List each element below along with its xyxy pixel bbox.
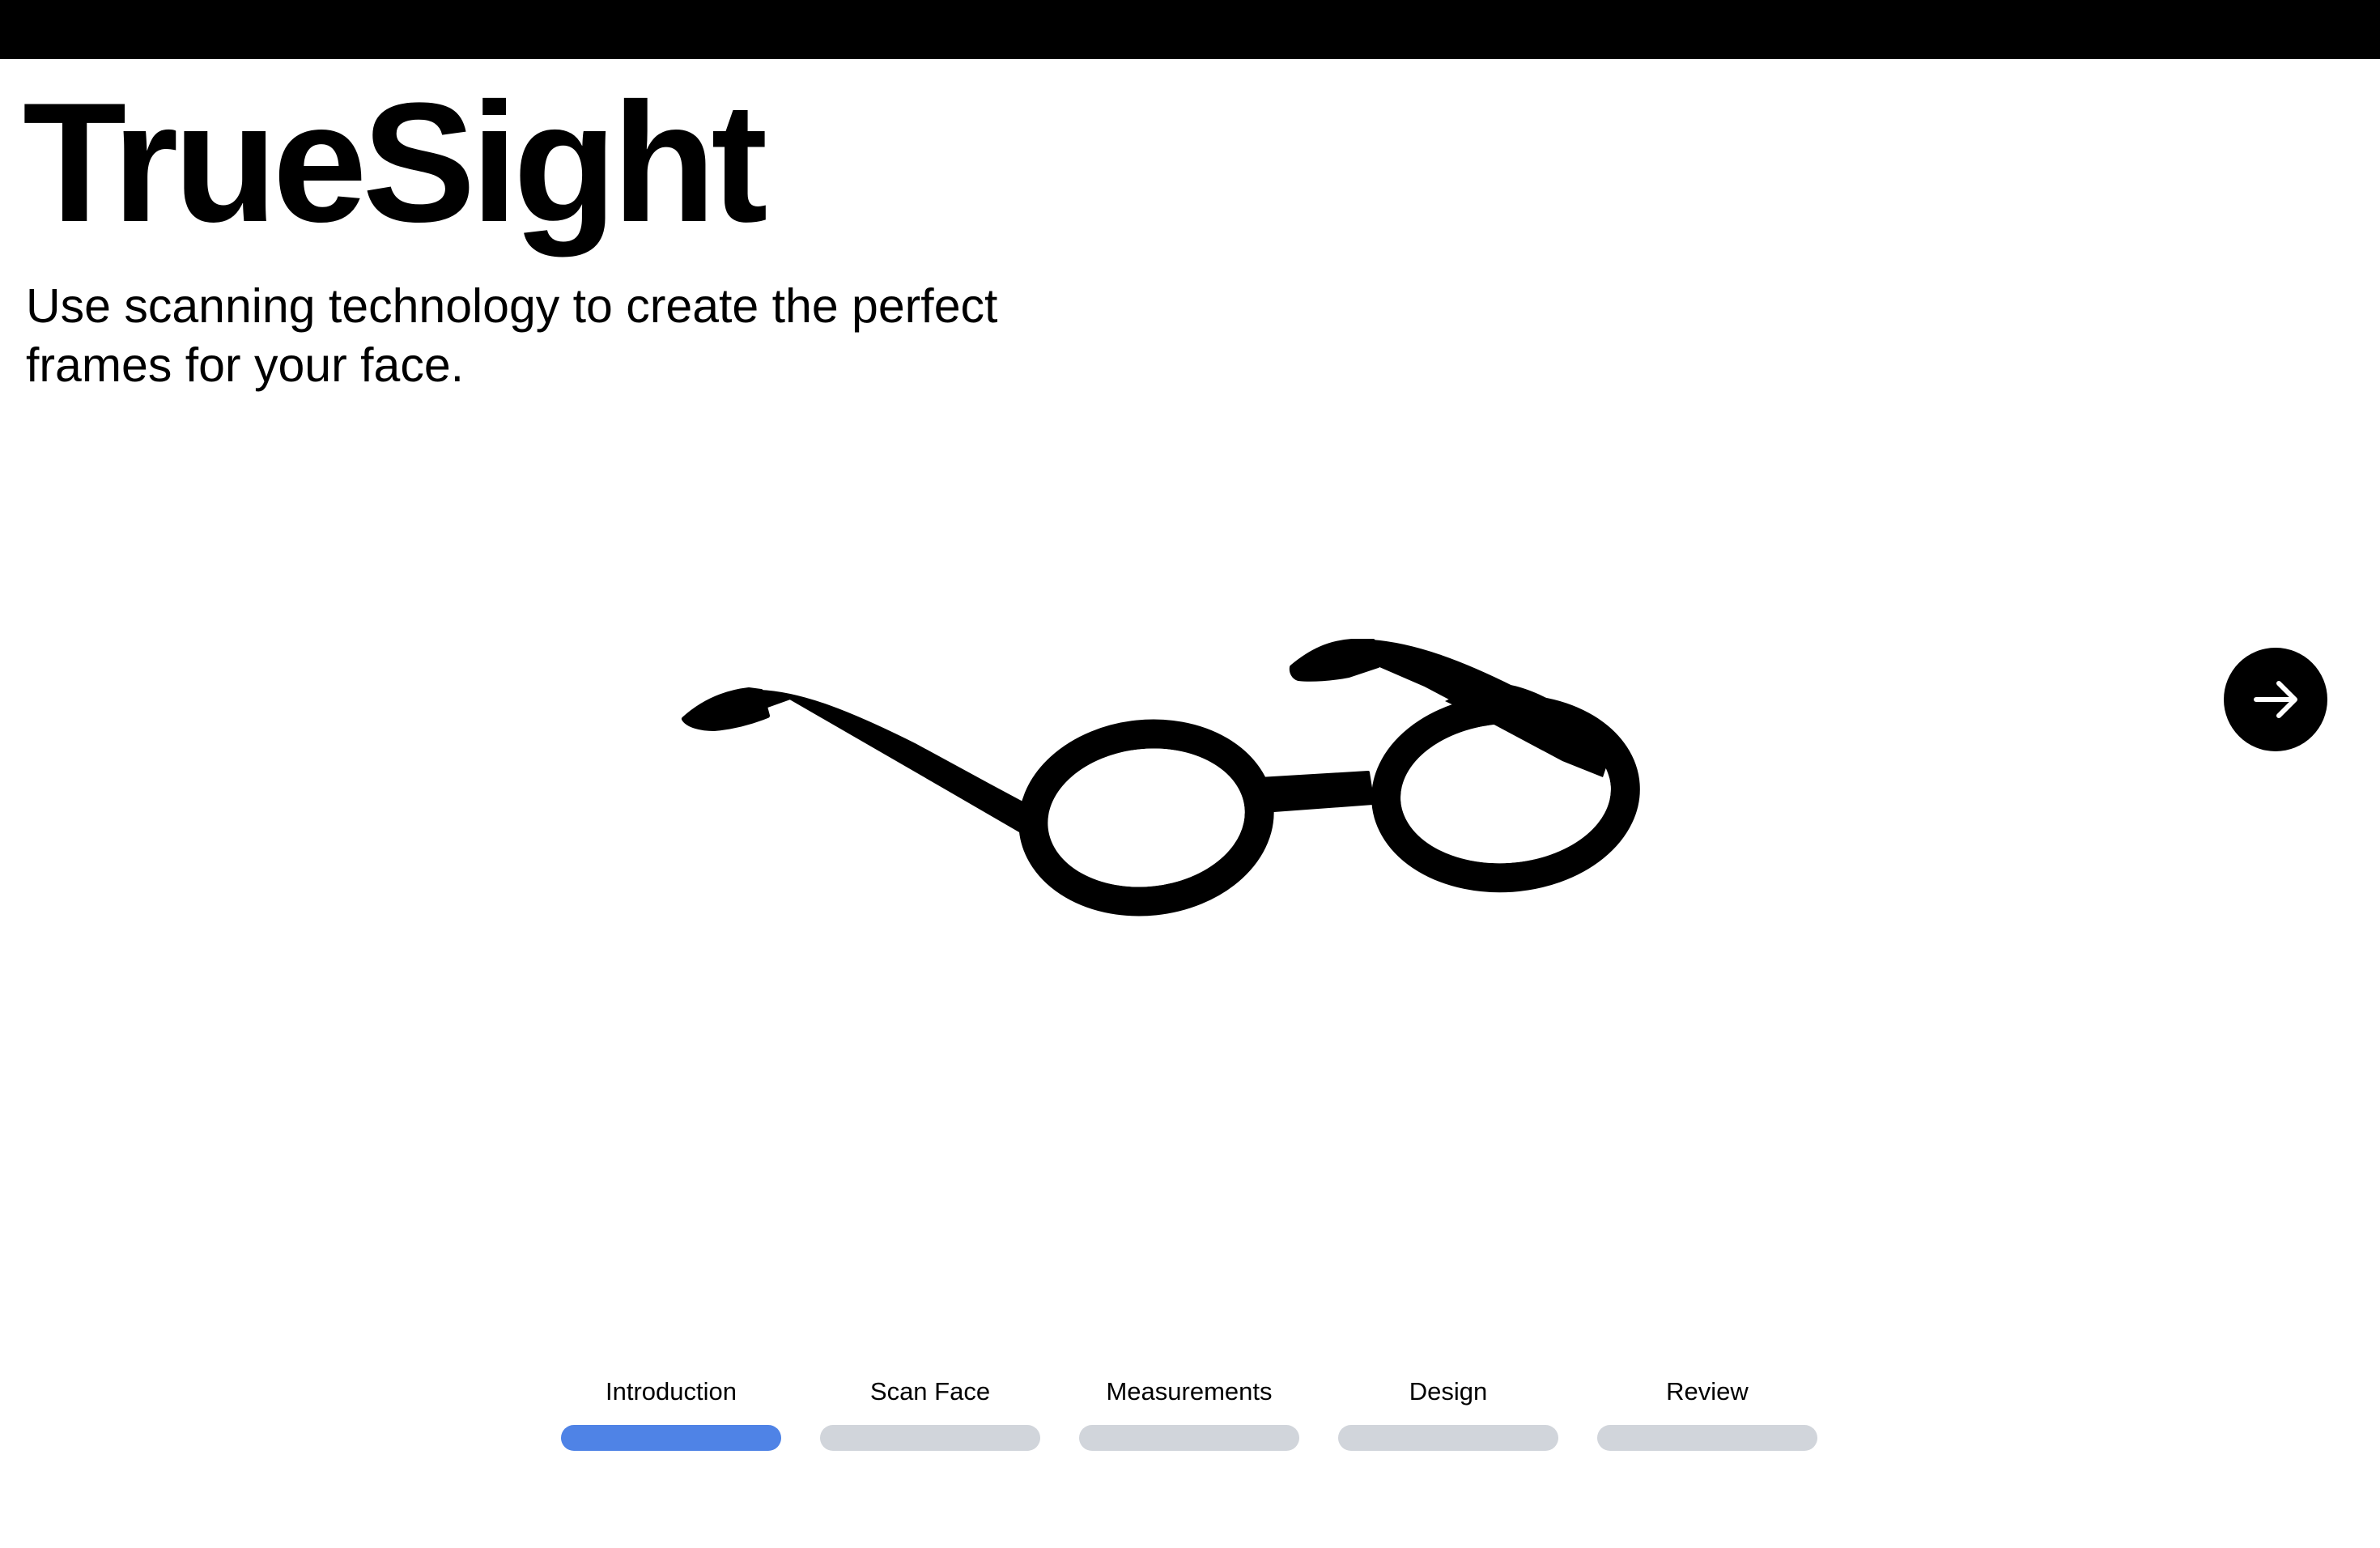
arrow-right-icon [2254, 681, 2297, 718]
step-progress-bar [1079, 1425, 1299, 1451]
step-label: Measurements [1106, 1377, 1273, 1406]
step-scan-face[interactable]: Scan Face [820, 1372, 1040, 1453]
step-measurements[interactable]: Measurements [1079, 1372, 1299, 1453]
progress-steps: Introduction Scan Face Measurements Desi… [561, 1372, 1819, 1453]
step-progress-bar [561, 1425, 781, 1451]
eyeglasses-icon [672, 632, 1668, 955]
step-design[interactable]: Design [1338, 1372, 1558, 1453]
app-title: TrueSight [23, 67, 767, 257]
page: TrueSight Use scanning technology to cre… [0, 0, 2380, 1548]
top-bar [0, 0, 2380, 59]
step-progress-bar [1338, 1425, 1558, 1451]
step-label: Review [1666, 1377, 1749, 1406]
step-progress-bar [820, 1425, 1040, 1451]
step-introduction[interactable]: Introduction [561, 1372, 781, 1453]
step-review[interactable]: Review [1597, 1372, 1817, 1453]
step-label: Introduction [606, 1377, 737, 1406]
eyeglasses-illustration [682, 639, 1640, 916]
step-progress-bar [1597, 1425, 1817, 1451]
step-label: Design [1409, 1377, 1488, 1406]
app-subtitle: Use scanning technology to create the pe… [26, 279, 998, 392]
step-label: Scan Face [869, 1377, 991, 1406]
next-button[interactable] [2224, 648, 2327, 751]
